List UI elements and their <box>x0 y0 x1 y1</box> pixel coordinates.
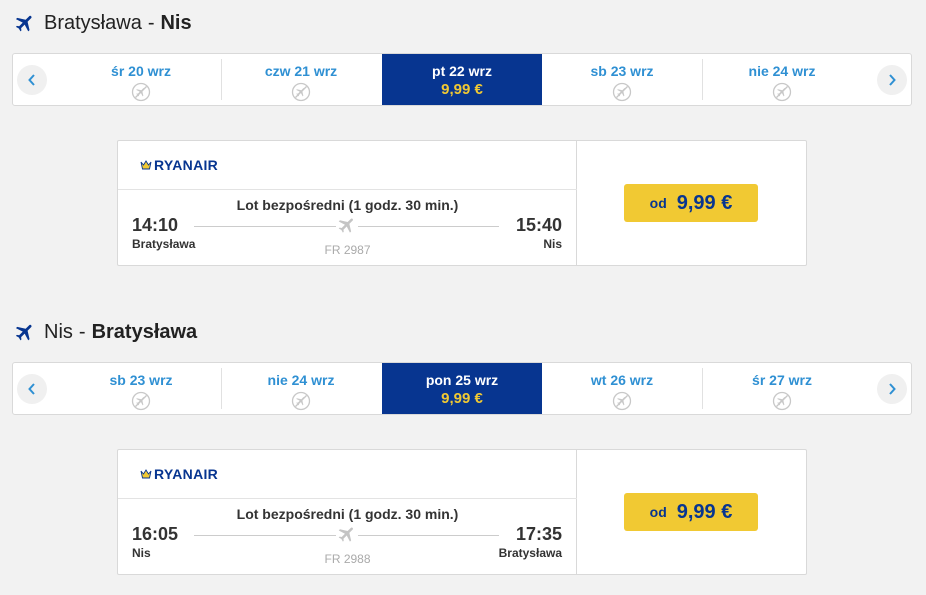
plane-icon <box>337 524 357 544</box>
date-option[interactable]: sb 23 wrz <box>61 363 221 414</box>
plane-icon <box>14 12 36 34</box>
chevron-left-icon <box>28 74 35 86</box>
flight-card[interactable]: RYANAIR Lot bezpośredni (1 godz. 30 min.… <box>117 140 807 266</box>
route-destination: Nis <box>160 11 192 34</box>
date-selector: śr 20 wrz czw 21 wrz pt 22 wrz 9,99 € sb… <box>12 53 912 106</box>
route-destination: Bratysława <box>91 320 198 343</box>
no-flight-icon <box>612 391 632 411</box>
no-flight-icon <box>772 82 792 102</box>
flight-details: RYANAIR Lot bezpośredni (1 godz. 30 min.… <box>118 450 577 574</box>
chevron-right-icon <box>889 74 896 86</box>
date-label: nie 24 wrz <box>267 372 335 388</box>
airline-logo: RYANAIR <box>140 157 218 173</box>
route-origin: Bratysława <box>44 11 142 34</box>
flight-card[interactable]: RYANAIR Lot bezpośredni (1 godz. 30 min.… <box>117 449 807 575</box>
price-prefix: od <box>649 504 667 520</box>
date-label: nie 24 wrz <box>748 63 816 79</box>
date-label: sb 23 wrz <box>590 63 654 79</box>
date-label: śr 20 wrz <box>111 63 171 79</box>
arrival-time: 17:35 <box>515 524 562 544</box>
price-button[interactable]: od 9,99 € <box>624 493 758 531</box>
flight-number: FR 2988 <box>324 552 371 566</box>
airline-name: RYANAIR <box>154 466 219 482</box>
prev-dates-button[interactable] <box>17 65 47 95</box>
route-title: Nis - Bratysława <box>14 319 197 345</box>
date-label: wt 26 wrz <box>590 372 654 388</box>
departure-time: 14:10 <box>132 215 179 235</box>
date-price: 9,99 € <box>441 81 483 98</box>
date-label: pt 22 wrz <box>432 63 492 79</box>
date-label: śr 27 wrz <box>752 372 812 388</box>
no-flight-icon <box>291 391 311 411</box>
chevron-left-icon <box>28 383 35 395</box>
date-option[interactable]: sb 23 wrz <box>542 54 702 105</box>
price-prefix: od <box>649 195 667 211</box>
date-option[interactable]: śr 20 wrz <box>61 54 221 105</box>
date-option-selected[interactable]: pt 22 wrz 9,99 € <box>382 54 542 105</box>
date-option[interactable]: wt 26 wrz <box>542 363 702 414</box>
prev-dates-button[interactable] <box>17 374 47 404</box>
date-label: czw 21 wrz <box>264 63 338 79</box>
date-label: pon 25 wrz <box>425 372 499 388</box>
crown-icon <box>140 469 152 479</box>
airline-logo: RYANAIR <box>140 466 218 482</box>
route-line <box>358 535 499 536</box>
route-line <box>194 226 336 227</box>
next-dates-button[interactable] <box>877 374 907 404</box>
route-separator: - <box>78 320 86 343</box>
route-line <box>358 226 499 227</box>
date-selector: sb 23 wrz nie 24 wrz pon 25 wrz 9,99 € w… <box>12 362 912 415</box>
price-amount: 9,99 € <box>676 500 733 523</box>
crown-icon <box>140 160 152 170</box>
route-line <box>194 535 336 536</box>
next-dates-button[interactable] <box>877 65 907 95</box>
flight-number: FR 2987 <box>324 243 371 257</box>
flight-details: RYANAIR Lot bezpośredni (1 godz. 30 min.… <box>118 141 577 265</box>
price-amount: 9,99 € <box>676 191 733 214</box>
date-option[interactable]: śr 27 wrz <box>702 363 862 414</box>
flight-type: Lot bezpośredni (1 godz. 30 min.) <box>236 506 459 522</box>
date-price: 9,99 € <box>441 390 483 407</box>
route-separator: - <box>147 11 155 34</box>
divider <box>118 189 577 190</box>
divider <box>118 498 577 499</box>
price-button[interactable]: od 9,99 € <box>624 184 758 222</box>
date-option-selected[interactable]: pon 25 wrz 9,99 € <box>382 363 542 414</box>
no-flight-icon <box>131 82 151 102</box>
route-title: Bratysława - Nis <box>14 10 192 36</box>
no-flight-icon <box>612 82 632 102</box>
no-flight-icon <box>131 391 151 411</box>
no-flight-icon <box>772 391 792 411</box>
date-option[interactable]: nie 24 wrz <box>702 54 862 105</box>
departure-time: 16:05 <box>132 524 179 544</box>
plane-icon <box>14 321 36 343</box>
flight-type: Lot bezpośredni (1 godz. 30 min.) <box>236 197 459 213</box>
no-flight-icon <box>291 82 311 102</box>
date-option[interactable]: nie 24 wrz <box>221 363 381 414</box>
route-origin: Nis <box>44 320 73 343</box>
plane-icon <box>337 215 357 235</box>
date-label: sb 23 wrz <box>109 372 173 388</box>
airline-name: RYANAIR <box>154 157 219 173</box>
chevron-right-icon <box>889 383 896 395</box>
arrival-time: 15:40 <box>515 215 562 235</box>
date-option[interactable]: czw 21 wrz <box>221 54 381 105</box>
